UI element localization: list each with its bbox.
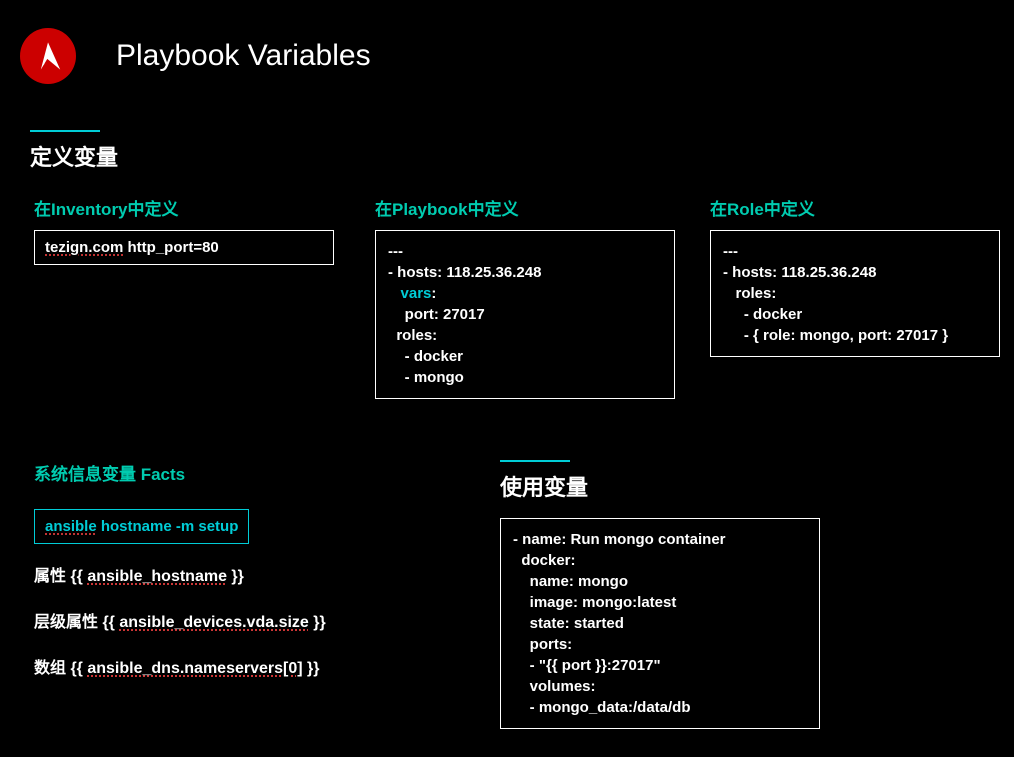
- subheading-inventory: 在Inventory中定义: [34, 195, 334, 220]
- rl-l4: - docker: [723, 306, 802, 323]
- facts-nest-close: }}: [309, 614, 326, 631]
- column-playbook: 在Playbook中定义 --- - hosts: 118.25.36.248 …: [375, 195, 675, 399]
- codebox-role: --- - hosts: 118.25.36.248 roles: - dock…: [710, 230, 1000, 357]
- rl-l2: - hosts: 118.25.36.248: [723, 264, 876, 281]
- pb-l5: roles:: [388, 327, 437, 344]
- divider: [500, 460, 570, 462]
- rl-l1: ---: [723, 243, 738, 260]
- subheading-playbook: 在Playbook中定义: [375, 195, 675, 220]
- section-define-variables: 定义变量: [30, 120, 118, 172]
- pb-l2: - hosts: 118.25.36.248: [388, 264, 541, 281]
- rl-l5: - { role: mongo, port: 27017 }: [723, 327, 948, 344]
- inventory-rest: http_port=80: [123, 239, 218, 256]
- header: Playbook Variables: [0, 0, 1014, 94]
- column-role: 在Role中定义 --- - hosts: 118.25.36.248 role…: [710, 195, 1000, 357]
- us-l5: state: started: [513, 615, 624, 632]
- us-l9: - mongo_data:/data/db: [513, 699, 691, 716]
- pb-l3b: vars: [401, 285, 432, 302]
- us-l6: ports:: [513, 636, 572, 653]
- pb-l4: port: 27017: [388, 306, 485, 323]
- facts-nest-var: ansible_devices.vda.size: [119, 614, 308, 631]
- rl-l3: roles:: [723, 285, 776, 302]
- subheading-role: 在Role中定义: [710, 195, 1000, 220]
- codebox-usage: - name: Run mongo container docker: name…: [500, 518, 820, 729]
- codebox-playbook: --- - hosts: 118.25.36.248 vars: port: 2…: [375, 230, 675, 399]
- inventory-host: tezign.com: [45, 239, 123, 256]
- us-l2: docker:: [513, 552, 576, 569]
- section-use-variables: 使用变量 - name: Run mongo container docker:…: [500, 450, 820, 729]
- ansible-logo-icon: [20, 28, 76, 84]
- us-l7: - "{{ port }}:27017": [513, 657, 661, 674]
- codebox-inventory: tezign.com http_port=80: [34, 230, 334, 265]
- section-heading-use: 使用变量: [500, 470, 820, 502]
- facts-nest-label: 层级属性 {{: [34, 614, 119, 631]
- facts-attr-close: }}: [227, 568, 244, 585]
- facts-attr-line: 属性 {{ ansible_hostname }}: [34, 562, 394, 586]
- pb-l7: - mongo: [388, 369, 464, 386]
- us-l8: volumes:: [513, 678, 596, 695]
- subheading-facts: 系统信息变量 Facts: [34, 460, 394, 485]
- facts-arr-label: 数组 {{: [34, 660, 87, 677]
- facts-attr-label: 属性 {{: [34, 568, 87, 585]
- us-l4: image: mongo:latest: [513, 594, 676, 611]
- facts-cmd-ansible: ansible: [45, 518, 97, 535]
- us-l1: - name: Run mongo container: [513, 531, 726, 548]
- section-facts: 系统信息变量 Facts ansible hostname -m setup 属…: [34, 460, 394, 700]
- us-l3: name: mongo: [513, 573, 628, 590]
- facts-cmd-rest: hostname -m setup: [97, 518, 239, 535]
- facts-arr-close: }}: [303, 660, 320, 677]
- page-title: Playbook Variables: [116, 39, 371, 73]
- facts-arr-line: 数组 {{ ansible_dns.nameservers[0] }}: [34, 654, 394, 678]
- pb-l6: - docker: [388, 348, 463, 365]
- facts-attr-var: ansible_hostname: [87, 568, 227, 585]
- column-inventory: 在Inventory中定义 tezign.com http_port=80: [34, 195, 334, 265]
- divider: [30, 130, 100, 132]
- section-heading-define: 定义变量: [30, 140, 118, 172]
- pb-l1: ---: [388, 243, 403, 260]
- pb-l3a: [388, 285, 401, 302]
- facts-arr-var: ansible_dns.nameservers[0]: [87, 660, 302, 677]
- codebox-facts-cmd: ansible hostname -m setup: [34, 509, 249, 544]
- facts-nest-line: 层级属性 {{ ansible_devices.vda.size }}: [34, 608, 394, 632]
- pb-l3c: :: [431, 285, 436, 302]
